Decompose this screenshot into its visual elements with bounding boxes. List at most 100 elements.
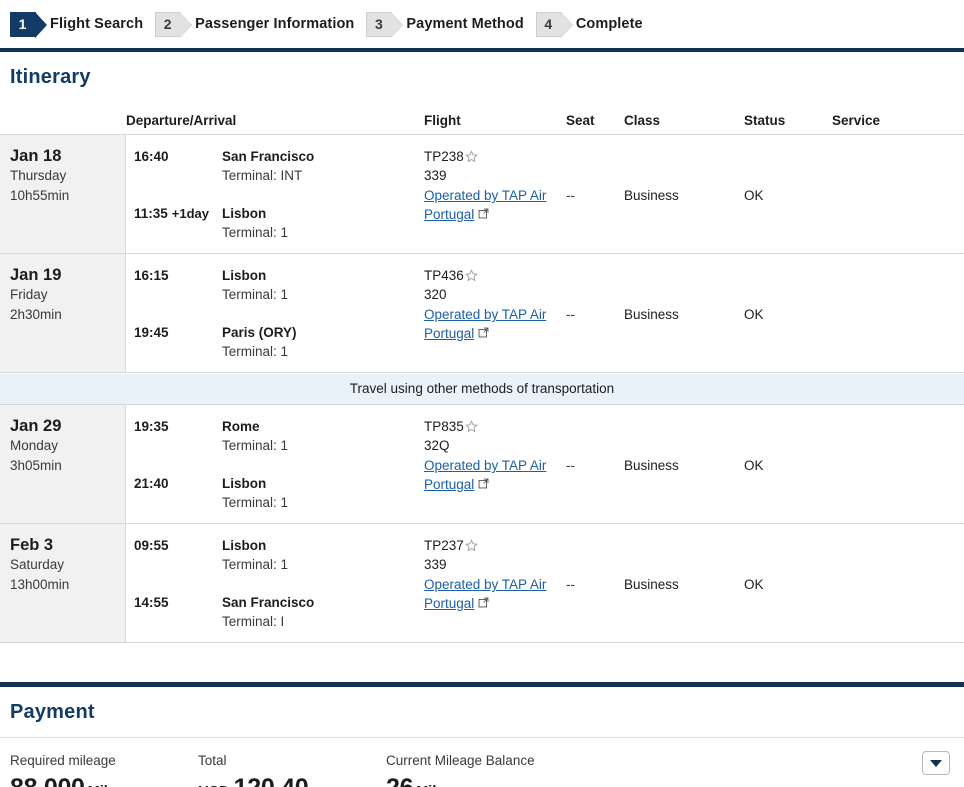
aircraft-type: 339 xyxy=(424,557,447,572)
header-departure-arrival: Departure/Arrival xyxy=(126,113,237,128)
header-seat: Seat xyxy=(566,113,595,128)
row-weekday: Saturday xyxy=(10,557,65,572)
star-alliance-icon xyxy=(464,150,478,163)
seat-value: -- xyxy=(566,306,575,322)
header-service: Service xyxy=(832,113,881,128)
itinerary-title: Itinerary xyxy=(10,66,91,88)
arrive-terminal: Terminal: 1 xyxy=(222,495,289,510)
row-date-cell: Feb 3 Saturday 13h00min xyxy=(0,524,126,642)
header-status: Status xyxy=(744,113,786,128)
itinerary-table-header: Departure/Arrival Flight Seat Class Stat… xyxy=(0,103,964,135)
payment-details-toggle-button[interactable] xyxy=(922,751,950,775)
step-payment-method[interactable]: 3 Payment Method xyxy=(366,11,524,38)
flight-number-group: TP835 xyxy=(424,417,566,436)
star-alliance-icon xyxy=(464,420,478,433)
required-mileage-value-group: 88,000Miles xyxy=(10,774,198,787)
operated-by-link[interactable]: Operated by TAP Air Portugal xyxy=(424,186,552,224)
step-complete[interactable]: 4 Complete xyxy=(535,11,643,38)
service-value xyxy=(832,266,964,362)
step-passenger-information[interactable]: 2 Passenger Information xyxy=(155,11,355,38)
payment-title: Payment xyxy=(0,687,964,738)
row-date: Jan 29 xyxy=(10,417,62,435)
flight-cell: TP238 339 Operated by TAP Air Portugal xyxy=(424,147,566,243)
itinerary-row: Jan 18 Thursday 10h55min 16:40 San Franc… xyxy=(0,135,964,254)
required-mileage-value: 88,000 xyxy=(10,774,85,787)
row-duration: 2h30min xyxy=(10,307,62,322)
row-date: Feb 3 xyxy=(10,536,54,554)
flight-number: TP237 xyxy=(424,538,464,553)
arrive-time-group: 14:55 xyxy=(126,593,222,632)
arrive-time: 21:40 xyxy=(134,476,169,491)
mileage-balance-value: 26 xyxy=(386,774,414,787)
total-block: Total USD 120.40 xyxy=(198,751,386,787)
itinerary-row: Feb 3 Saturday 13h00min 09:55 Lisbon Ter… xyxy=(0,524,964,643)
star-alliance-icon xyxy=(464,539,478,552)
itinerary-table: Departure/Arrival Flight Seat Class Stat… xyxy=(0,103,964,643)
operated-by-link[interactable]: Operated by TAP Air Portugal xyxy=(424,575,552,613)
flight-number: TP436 xyxy=(424,268,464,283)
row-date-cell: Jan 29 Monday 3h05min xyxy=(0,405,126,523)
depart-time: 09:55 xyxy=(134,538,169,553)
header-class: Class xyxy=(624,113,661,128)
row-weekday: Friday xyxy=(10,287,48,302)
step-label-flight-search: Flight Search xyxy=(50,16,144,32)
step-flight-search[interactable]: 1 Flight Search xyxy=(10,11,144,38)
required-mileage-block: Required mileage 88,000Miles Adult x1 xyxy=(10,751,198,787)
arrive-time: 19:45 xyxy=(134,325,169,340)
chevron-down-icon xyxy=(930,759,942,767)
mileage-balance-block: Current Mileage Balance 26Miles xyxy=(386,751,686,787)
mileage-balance-value-group: 26Miles xyxy=(386,774,686,787)
arrive-terminal: Terminal: I xyxy=(222,614,285,629)
operated-by-link[interactable]: Operated by TAP Air Portugal xyxy=(424,305,552,343)
step-number-3: 3 xyxy=(366,11,404,38)
service-value xyxy=(832,147,964,243)
row-duration: 3h05min xyxy=(10,458,62,473)
arrive-place: Lisbon xyxy=(222,476,267,491)
depart-time: 16:40 xyxy=(134,149,169,164)
arrive-terminal: Terminal: 1 xyxy=(222,225,289,240)
step-label-passenger-information: Passenger Information xyxy=(195,16,355,32)
payment-section: Payment Required mileage 88,000Miles Adu… xyxy=(0,682,964,787)
class-value: Business xyxy=(624,457,679,473)
operated-by-link[interactable]: Operated by TAP Air Portugal xyxy=(424,456,552,494)
header-flight: Flight xyxy=(424,113,461,128)
mileage-balance-label: Current Mileage Balance xyxy=(386,753,535,768)
required-mileage-label: Required mileage xyxy=(10,753,116,768)
total-value-group: USD 120.40 xyxy=(198,774,386,787)
seat-value: -- xyxy=(566,187,575,203)
service-value xyxy=(832,417,964,513)
step-number-1: 1 xyxy=(10,11,47,38)
flight-cell: TP436 320 Operated by TAP Air Portugal xyxy=(424,266,566,362)
flight-number: TP835 xyxy=(424,419,464,434)
depart-place: Lisbon xyxy=(222,538,267,553)
depart-terminal: Terminal: INT xyxy=(222,168,303,183)
depart-terminal: Terminal: 1 xyxy=(222,438,289,453)
class-value: Business xyxy=(624,187,679,203)
header-spacer xyxy=(0,128,126,134)
class-value: Business xyxy=(624,576,679,592)
other-transportation-banner: Travel using other methods of transporta… xyxy=(0,373,964,405)
row-duration: 10h55min xyxy=(10,188,70,203)
arrive-terminal: Terminal: 1 xyxy=(222,344,289,359)
status-value: OK xyxy=(744,576,764,592)
flight-number-group: TP238 xyxy=(424,147,566,166)
depart-terminal: Terminal: 1 xyxy=(222,557,289,572)
seat-value: -- xyxy=(566,576,575,592)
class-value: Business xyxy=(624,306,679,322)
aircraft-type: 339 xyxy=(424,168,447,183)
total-currency: USD xyxy=(198,783,230,787)
step-number-4: 4 xyxy=(535,11,573,38)
arrive-place: Paris (ORY) xyxy=(222,325,297,340)
row-weekday: Monday xyxy=(10,438,59,453)
step-number-2: 2 xyxy=(155,11,193,38)
external-link-icon xyxy=(478,475,489,494)
arrive-day-offset: +1day xyxy=(171,206,210,221)
depart-place: San Francisco xyxy=(222,149,315,164)
depart-time: 16:15 xyxy=(134,268,169,283)
arrive-time-group: 21:40 xyxy=(126,474,222,513)
step-label-payment-method: Payment Method xyxy=(406,16,524,32)
external-link-icon xyxy=(478,324,489,343)
total-value: 120.40 xyxy=(234,774,309,787)
arrive-time-group: 19:45 xyxy=(126,323,222,362)
flight-cell: TP237 339 Operated by TAP Air Portugal xyxy=(424,536,566,632)
